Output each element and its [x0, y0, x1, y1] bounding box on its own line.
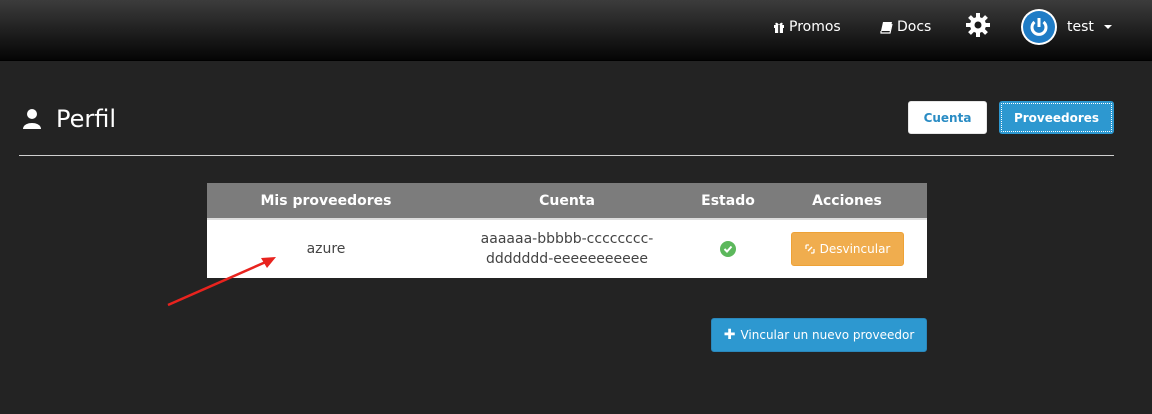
power-icon: [1023, 11, 1055, 43]
user-name: test: [1067, 19, 1094, 35]
table-row: azure aaaaaa-bbbbb-cccccccc- ddddddd-eee…: [207, 220, 927, 278]
link-new-provider-label: Vincular un nuevo proveedor: [740, 328, 915, 342]
gear-icon: [965, 12, 991, 42]
user-icon: [22, 108, 42, 130]
table-header: Mis proveedores Cuenta Estado Acciones: [207, 183, 927, 220]
actions-cell: Desvincular: [767, 232, 927, 266]
unlink-button[interactable]: Desvincular: [790, 232, 904, 266]
user-menu[interactable]: test: [1021, 0, 1112, 54]
header-estado: Estado: [701, 192, 755, 209]
tab-proveedores-button[interactable]: Proveedores: [999, 101, 1114, 134]
caret-down-icon: [1103, 25, 1112, 29]
settings-button[interactable]: [965, 0, 991, 54]
providers-table: Mis proveedores Cuenta Estado Acciones a…: [207, 183, 927, 278]
gift-icon: [773, 21, 785, 33]
account-id-line1: aaaaaa-bbbbb-cccccccc-: [480, 231, 654, 247]
status-cell: [689, 241, 767, 257]
page-title-text: Perfil: [56, 105, 117, 133]
link-new-provider-button[interactable]: ✚ Vincular un nuevo proveedor: [711, 318, 927, 352]
account-id-line2: ddddddd-eeeeeeeeeee: [485, 251, 648, 267]
unlink-button-label: Desvincular: [819, 242, 891, 256]
top-navbar: Promos Docs test: [0, 0, 1152, 61]
check-circle-icon: [720, 241, 736, 257]
page-title: Perfil: [22, 103, 116, 135]
annotation-arrow: [167, 257, 276, 307]
header-cuenta: Cuenta: [539, 192, 595, 209]
header-mis-proveedores: Mis proveedores: [260, 192, 392, 209]
header-divider: [19, 155, 1114, 156]
nav-promos-link[interactable]: Promos: [773, 0, 841, 54]
nav-docs-label: Docs: [897, 19, 932, 35]
tab-cuenta-button[interactable]: Cuenta: [908, 101, 987, 134]
book-icon: [880, 21, 893, 34]
nav-promos-label: Promos: [789, 19, 841, 35]
avatar: [1021, 9, 1057, 45]
unlink-icon: [804, 243, 816, 255]
header-acciones: Acciones: [812, 192, 882, 209]
account-id: aaaaaa-bbbbb-cccccccc- ddddddd-eeeeeeeee…: [445, 229, 689, 269]
nav-docs-link[interactable]: Docs: [880, 0, 931, 54]
plus-icon: ✚: [723, 327, 736, 343]
